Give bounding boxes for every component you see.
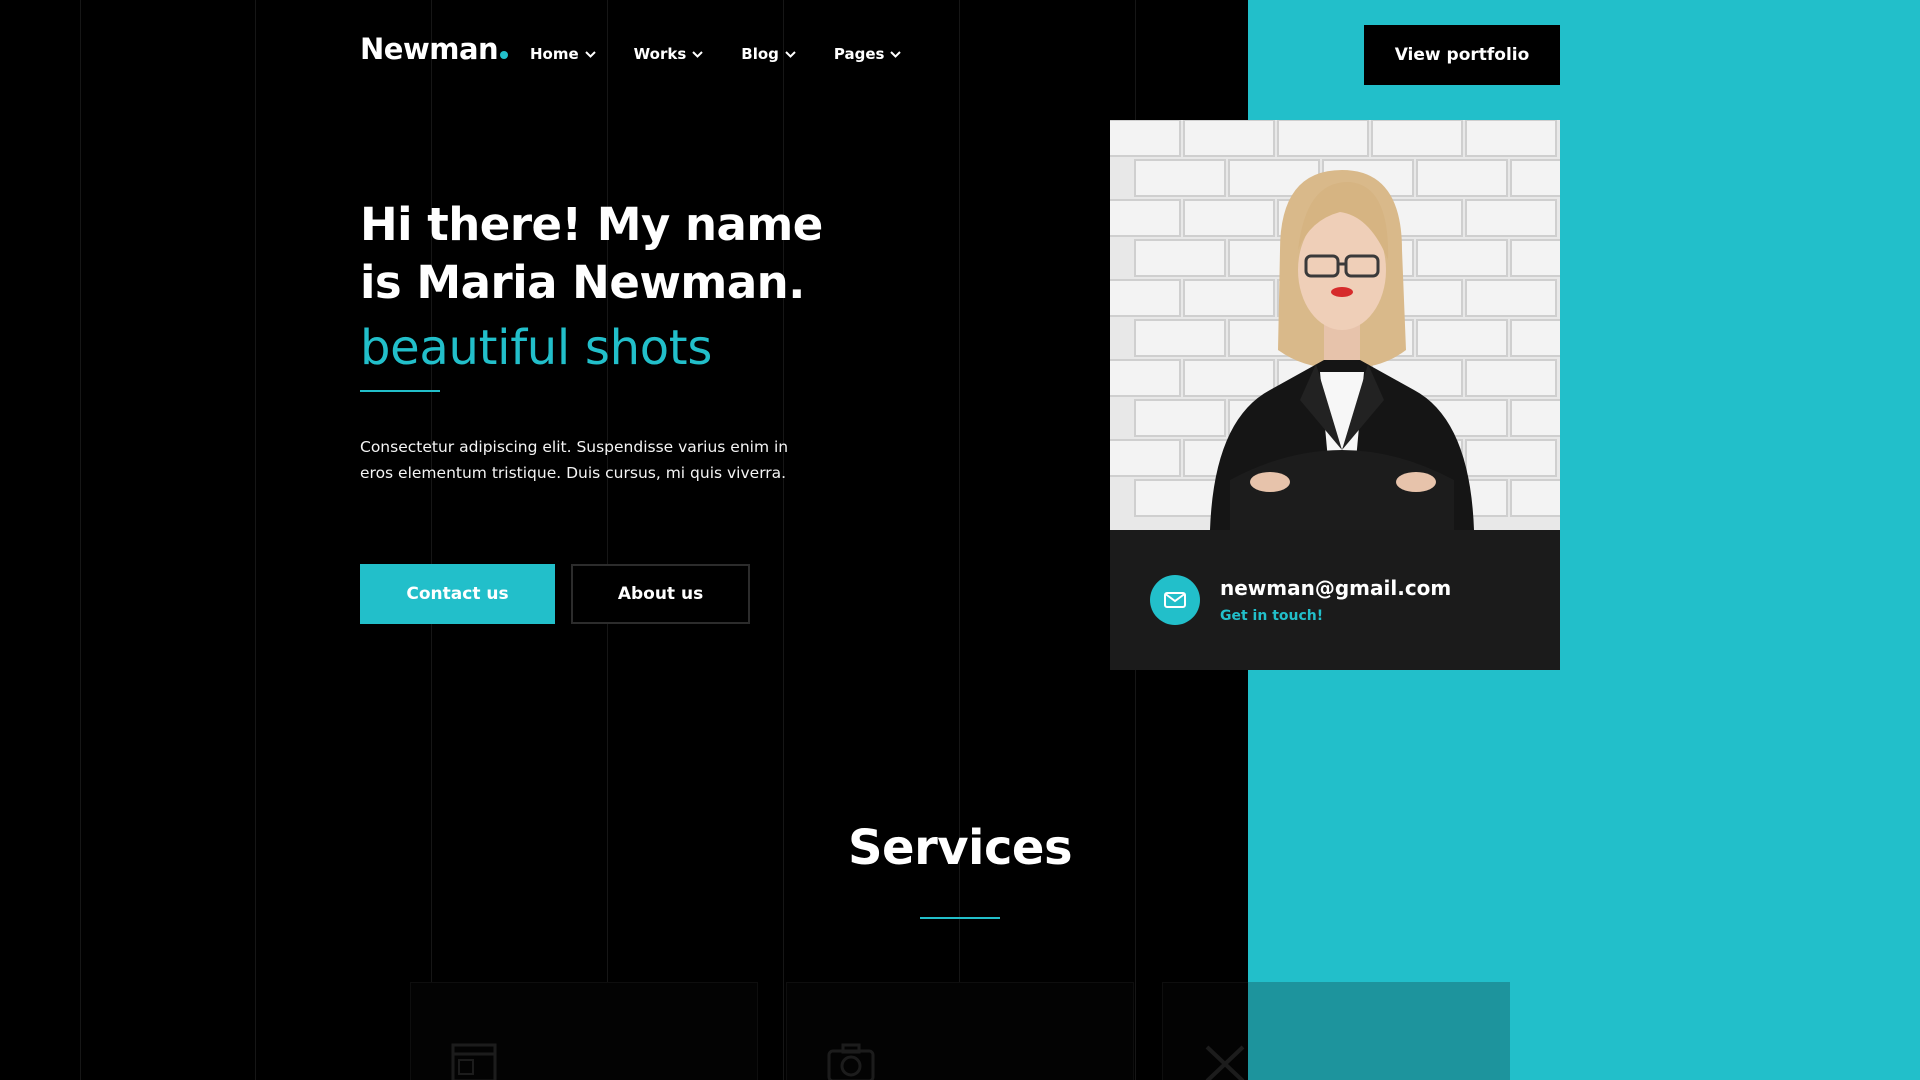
services-title: Services bbox=[847, 820, 1073, 876]
logo-dot bbox=[500, 51, 509, 59]
hero-description: Consectetur adipiscing elit. Suspendisse… bbox=[360, 438, 789, 482]
nav-item-pages[interactable]: Pages bbox=[834, 45, 902, 63]
nav-item-works[interactable]: Works bbox=[634, 45, 704, 63]
nav-item-home[interactable]: Home bbox=[530, 45, 596, 63]
view-portfolio-button[interactable]: View portfolio bbox=[1364, 25, 1560, 85]
profile-photo bbox=[1110, 120, 1560, 530]
browser-window-icon bbox=[451, 1043, 497, 1080]
portrait-image bbox=[1110, 120, 1560, 530]
hero-underline bbox=[360, 390, 440, 392]
nav-item-label: Works bbox=[633, 45, 687, 63]
chevron-down-icon bbox=[584, 50, 596, 58]
nav-item-blog[interactable]: Blog bbox=[741, 45, 796, 63]
about-us-button[interactable]: About us bbox=[571, 564, 750, 624]
logo-text: Newman bbox=[360, 32, 499, 66]
service-card[interactable] bbox=[786, 982, 1134, 1080]
nav-item-label: Blog bbox=[741, 45, 779, 63]
nav-item-label: Home bbox=[530, 45, 579, 63]
get-in-touch-link[interactable]: Get in touch! bbox=[1220, 608, 1323, 624]
site-logo[interactable]: Newman bbox=[360, 32, 509, 66]
hero-title: Hi there! My name is Maria Newman. bbox=[360, 198, 823, 309]
chevron-down-icon bbox=[692, 50, 704, 58]
hero-rotating-text: beautiful shots bbox=[360, 320, 713, 376]
contact-us-button[interactable]: Contact us bbox=[360, 564, 555, 624]
grid-line bbox=[80, 0, 81, 1080]
nav-item-label: Pages bbox=[833, 45, 885, 63]
main-nav: Home Works Blog Pages bbox=[530, 45, 939, 63]
contact-card: newman@gmail.com Get in touch! bbox=[1110, 530, 1560, 670]
service-card-highlight bbox=[1248, 982, 1510, 1080]
grid-line bbox=[255, 0, 256, 1080]
pencil-ruler-icon bbox=[1205, 1045, 1245, 1080]
grid-line bbox=[783, 0, 784, 1080]
camera-icon bbox=[827, 1043, 875, 1080]
mail-icon[interactable] bbox=[1150, 575, 1200, 625]
envelope-glyph bbox=[1164, 592, 1186, 608]
chevron-down-icon bbox=[785, 50, 796, 58]
grid-line bbox=[607, 0, 608, 1080]
grid-line bbox=[431, 0, 432, 1080]
service-card[interactable] bbox=[410, 982, 758, 1080]
services-underline bbox=[920, 917, 1000, 919]
chevron-down-icon bbox=[890, 50, 902, 58]
contact-email[interactable]: newman@gmail.com bbox=[1220, 576, 1451, 600]
